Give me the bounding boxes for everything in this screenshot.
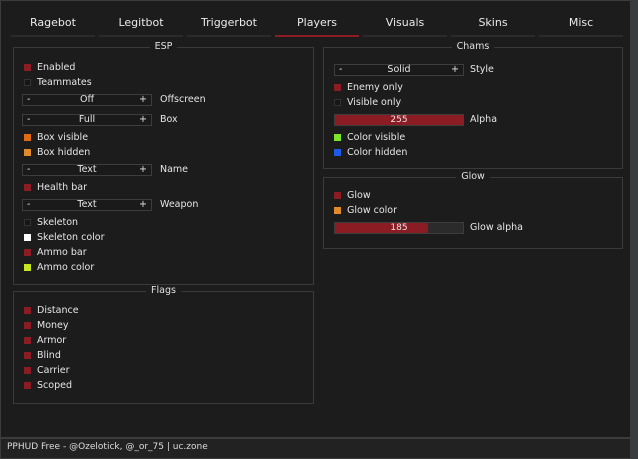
skeleton-checkbox[interactable] (24, 219, 31, 226)
color-hidden-label: Color hidden (347, 147, 408, 158)
visible-only-checkbox[interactable] (334, 99, 341, 106)
distance-checkbox[interactable] (24, 307, 31, 314)
money-checkbox[interactable] (24, 322, 31, 329)
name-label: Name (160, 164, 189, 175)
plus-icon: + (139, 94, 147, 105)
scoped-label: Scoped (37, 380, 72, 391)
enemy-only-label: Enemy only (347, 82, 403, 93)
carrier-checkbox[interactable] (24, 367, 31, 374)
glow-alpha-value: 185 (390, 223, 408, 233)
plus-icon: + (451, 64, 459, 75)
enabled-label: Enabled (37, 62, 76, 73)
armor-label: Armor (37, 335, 67, 346)
weapon-label: Weapon (160, 199, 199, 210)
offscreen-value: Off (79, 94, 95, 105)
flags-title: Flags (146, 285, 181, 296)
style-select[interactable]: - Solid + (334, 64, 464, 76)
esp-group: ESP Enabled Teammates - Off + Offscreen … (13, 41, 314, 285)
tab-bar: Ragebot Legitbot Triggerbot Players Visu… (1, 1, 632, 39)
carrier-label: Carrier (37, 365, 70, 376)
esp-title: ESP (149, 41, 178, 52)
weapon-value: Text (77, 199, 97, 210)
plus-icon: + (139, 164, 147, 175)
scoped-checkbox[interactable] (24, 382, 31, 389)
money-label: Money (37, 320, 69, 331)
box-label: Box (160, 114, 178, 125)
glow-color-label: Glow color (347, 205, 397, 216)
main-window: Ragebot Legitbot Triggerbot Players Visu… (0, 0, 631, 438)
name-select[interactable]: - Text + (22, 164, 152, 176)
ammo-color-label: Ammo color (37, 262, 95, 273)
alpha-label: Alpha (470, 114, 498, 125)
status-footer: PPHUD Free - @Ozelotick, @_or_75 | uc.zo… (0, 438, 631, 459)
distance-label: Distance (37, 305, 79, 316)
tab-triggerbot[interactable]: Triggerbot (187, 11, 271, 37)
tab-skins[interactable]: Skins (451, 11, 535, 37)
tab-players[interactable]: Players (275, 11, 359, 37)
chams-title: Chams (451, 41, 495, 52)
health-bar-checkbox[interactable] (24, 184, 31, 191)
box-hidden-color[interactable] (24, 149, 31, 156)
glow-alpha-label: Glow alpha (470, 222, 523, 233)
ammo-bar-checkbox[interactable] (24, 249, 31, 256)
tab-misc[interactable]: Misc (539, 11, 623, 37)
glow-checkbox[interactable] (334, 192, 341, 199)
blind-checkbox[interactable] (24, 352, 31, 359)
glow-label: Glow (347, 190, 371, 201)
blind-label: Blind (37, 350, 61, 361)
glow-group: Glow Glow Glow color 185 Glow alpha (323, 171, 623, 249)
offscreen-select[interactable]: - Off + (22, 94, 152, 106)
plus-icon: + (139, 199, 147, 210)
box-visible-color[interactable] (24, 134, 31, 141)
skeleton-color-swatch[interactable] (24, 234, 31, 241)
ammo-color-swatch[interactable] (24, 264, 31, 271)
armor-checkbox[interactable] (24, 337, 31, 344)
enemy-only-checkbox[interactable] (334, 84, 341, 91)
teammates-checkbox[interactable] (24, 79, 31, 86)
enabled-checkbox[interactable] (24, 64, 31, 71)
style-value: Solid (387, 64, 411, 75)
color-visible-label: Color visible (347, 132, 406, 143)
style-label: Style (470, 64, 494, 75)
box-hidden-label: Box hidden (37, 147, 91, 158)
visible-only-label: Visible only (347, 97, 402, 108)
glow-alpha-slider[interactable]: 185 (334, 222, 464, 234)
glow-color-swatch[interactable] (334, 207, 341, 214)
offscreen-label: Offscreen (160, 94, 206, 105)
chams-group: Chams - Solid + Style Enemy only Visible… (323, 41, 623, 169)
flags-group: Flags Distance Money Armor Blind Carrier… (13, 285, 314, 404)
tab-visuals[interactable]: Visuals (363, 11, 447, 37)
weapon-select[interactable]: - Text + (22, 199, 152, 211)
tab-legitbot[interactable]: Legitbot (99, 11, 183, 37)
teammates-label: Teammates (37, 77, 92, 88)
health-bar-label: Health bar (37, 182, 87, 193)
color-visible-swatch[interactable] (334, 134, 341, 141)
skeleton-label: Skeleton (37, 217, 79, 228)
ammo-bar-label: Ammo bar (37, 247, 87, 258)
glow-title: Glow (456, 171, 490, 182)
box-select[interactable]: - Full + (22, 114, 152, 126)
skeleton-color-label: Skeleton color (37, 232, 105, 243)
plus-icon: + (139, 114, 147, 125)
tab-ragebot[interactable]: Ragebot (11, 11, 95, 37)
color-hidden-swatch[interactable] (334, 149, 341, 156)
box-value: Full (78, 114, 96, 125)
name-value: Text (77, 164, 97, 175)
box-visible-label: Box visible (37, 132, 89, 143)
alpha-value: 255 (390, 115, 408, 125)
alpha-slider[interactable]: 255 (334, 114, 464, 126)
